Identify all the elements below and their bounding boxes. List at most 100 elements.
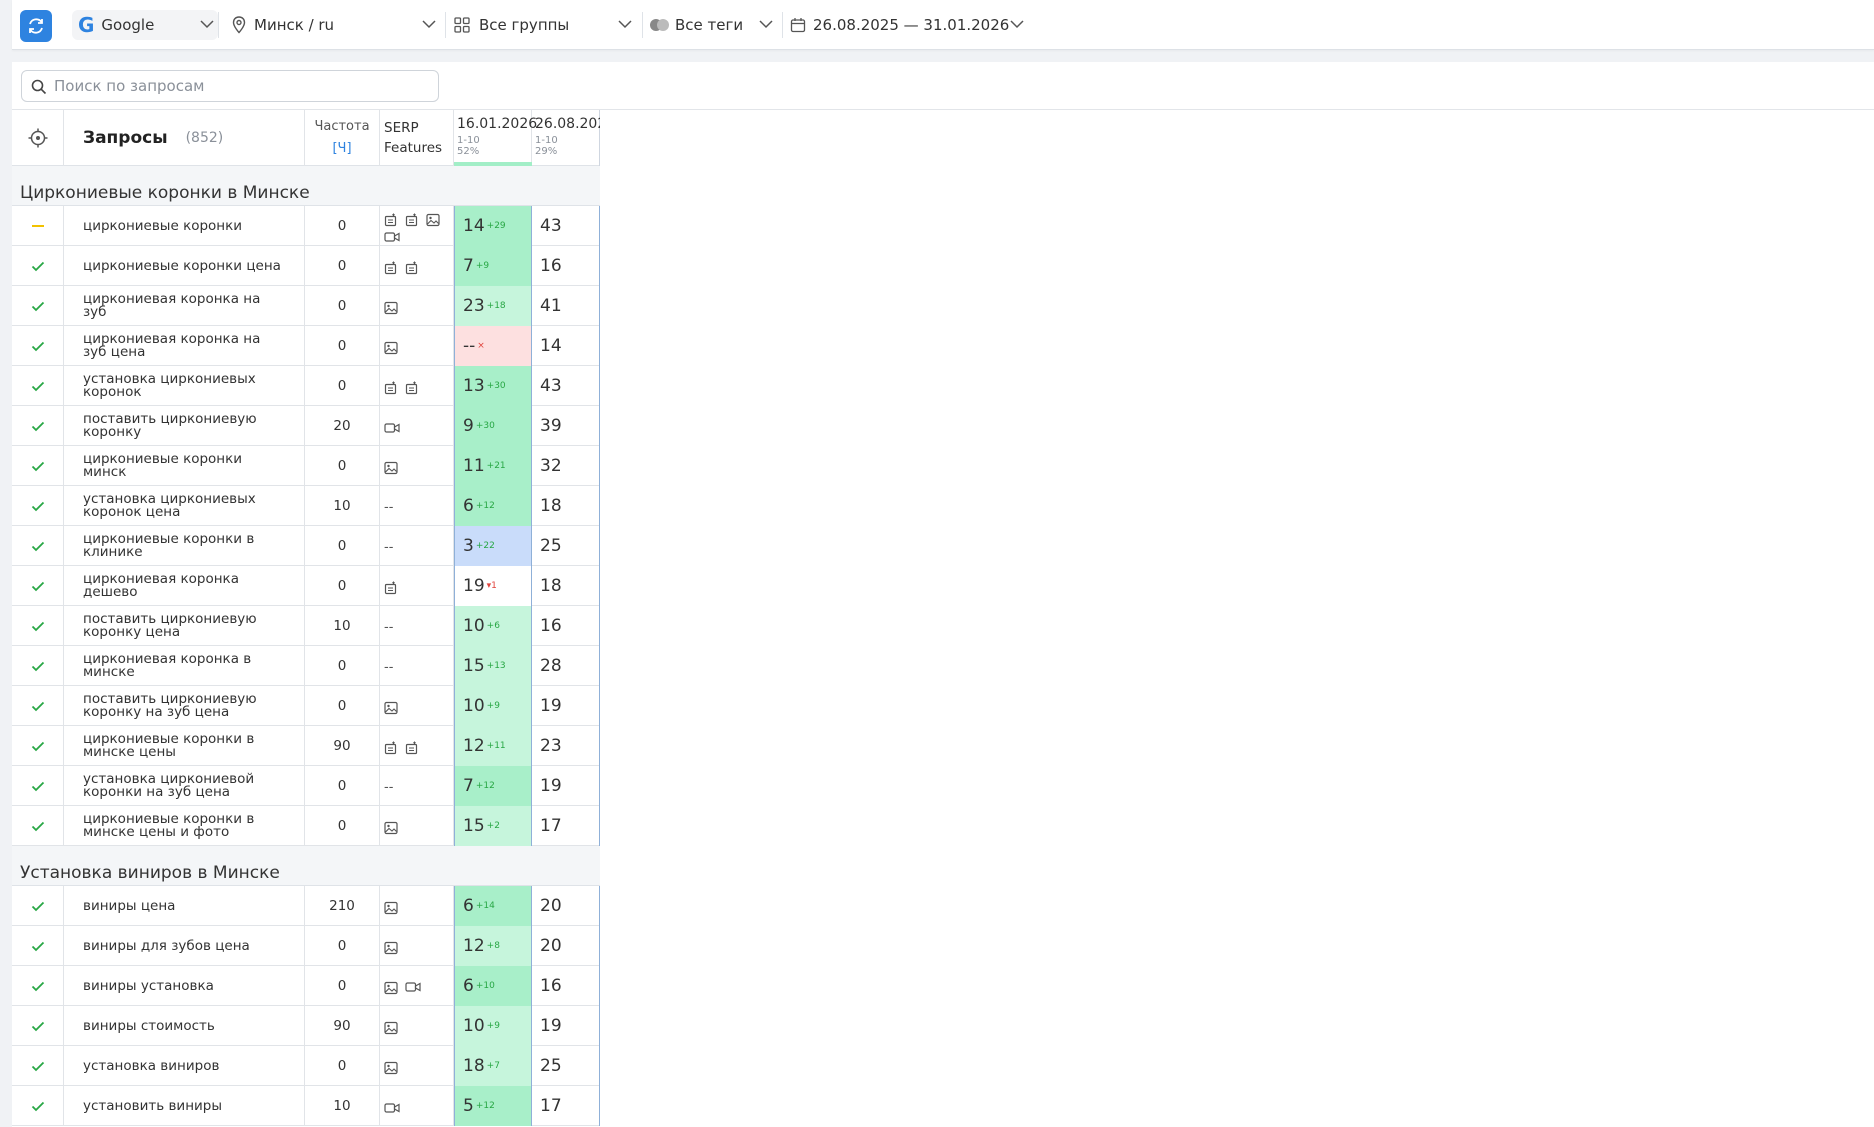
table-row[interactable]: поставить циркониевую коронку на зуб цена…: [12, 686, 600, 726]
table-row[interactable]: виниры установка 0 6 +10 16: [12, 966, 600, 1006]
position-previous[interactable]: 43: [532, 366, 600, 406]
keyword-cell[interactable]: циркониевые коронки в клинике: [64, 526, 305, 566]
search-input[interactable]: [54, 77, 424, 95]
position-current-cell[interactable]: 7 +12: [454, 766, 532, 806]
position-previous[interactable]: 20: [532, 886, 600, 926]
position-previous[interactable]: 20: [532, 926, 600, 966]
date1-column-header[interactable]: 16.01.2026 1-10 52%: [454, 110, 537, 166]
position-current-cell[interactable]: 10 +9: [454, 1006, 532, 1046]
table-row[interactable]: циркониевые коронки в клинике 0 -- 3 +22 25: [12, 526, 600, 566]
table-row[interactable]: виниры для зубов цена 0 12 +8 20: [12, 926, 600, 966]
keyword-cell[interactable]: установка циркониевых коронок: [64, 366, 305, 406]
position-current-cell[interactable]: 6 +12: [454, 486, 532, 526]
keyword-cell[interactable]: установка виниров: [64, 1046, 305, 1086]
position-current-cell[interactable]: 18 +7: [454, 1046, 532, 1086]
keyword-cell[interactable]: циркониевые коронки: [64, 206, 305, 246]
refresh-button[interactable]: [20, 10, 52, 42]
position-current-cell[interactable]: 10 +9: [454, 686, 532, 726]
search-engine-select[interactable]: G Google: [72, 10, 218, 40]
groups-select[interactable]: Все группы: [454, 10, 636, 40]
keyword-cell[interactable]: циркониевые коронки в минске цены: [64, 726, 305, 766]
position-previous[interactable]: 25: [532, 1046, 600, 1086]
position-current-cell[interactable]: 23 +18: [454, 286, 532, 326]
keyword-cell[interactable]: виниры стоимость: [64, 1006, 305, 1046]
table-row[interactable]: установка циркониевых коронок цена 10 -- 6 +1…: [12, 486, 600, 526]
position-previous[interactable]: 28: [532, 646, 600, 686]
keyword-cell[interactable]: циркониевые коронки цена: [64, 246, 305, 286]
position-current-cell[interactable]: 11 +21: [454, 446, 532, 486]
frequency-column-header[interactable]: Частота [Ч]: [305, 110, 380, 166]
table-row[interactable]: циркониевая коронка дешево 0 19 ▾1 18: [12, 566, 600, 606]
position-previous[interactable]: 17: [532, 806, 600, 846]
keyword-cell[interactable]: установка циркониевой коронки на зуб цена: [64, 766, 305, 806]
location-select[interactable]: Минск / ru: [232, 10, 440, 40]
table-row[interactable]: циркониевые коронки цена 0 7 +9 16: [12, 246, 600, 286]
table-row[interactable]: поставить циркониевую коронку 20 9 +30 39: [12, 406, 600, 446]
date2-column-header[interactable]: 26.08.2025 1-10 29%: [532, 110, 600, 166]
tags-select[interactable]: Все теги: [649, 10, 777, 40]
table-row[interactable]: установить виниры 10 5 +12 17: [12, 1086, 600, 1126]
position-previous[interactable]: 43: [532, 206, 600, 246]
table-row[interactable]: циркониевая коронка на зуб 0 23 +18 41: [12, 286, 600, 326]
position-previous[interactable]: 18: [532, 566, 600, 606]
table-row[interactable]: виниры цена 210 6 +14 20: [12, 886, 600, 926]
table-row[interactable]: циркониевая коронка в минске 0 -- 15 +13 28: [12, 646, 600, 686]
position-current-cell[interactable]: 10 +6: [454, 606, 532, 646]
position-previous[interactable]: 19: [532, 1006, 600, 1046]
table-row[interactable]: виниры стоимость 90 10 +9 19: [12, 1006, 600, 1046]
keyword-cell[interactable]: поставить циркониевую коронку на зуб цена: [64, 686, 305, 726]
position-current-cell[interactable]: 12 +11: [454, 726, 532, 766]
group-title[interactable]: Установка виниров в Минске: [12, 846, 600, 886]
keyword-cell[interactable]: циркониевая коронка на зуб цена: [64, 326, 305, 366]
position-previous[interactable]: 18: [532, 486, 600, 526]
table-row[interactable]: установка циркониевой коронки на зуб цена…: [12, 766, 600, 806]
target-cell[interactable]: [12, 110, 64, 166]
keyword-cell[interactable]: циркониевая коронка дешево: [64, 566, 305, 606]
position-current-cell[interactable]: 5 +12: [454, 1086, 532, 1126]
frequency-type-toggle[interactable]: [Ч]: [305, 138, 379, 160]
keyword-cell[interactable]: установить виниры: [64, 1086, 305, 1126]
table-row[interactable]: циркониевые коронки 0 14 +29 43: [12, 206, 600, 246]
position-previous[interactable]: 41: [532, 286, 600, 326]
keyword-cell[interactable]: циркониевые коронки минск: [64, 446, 305, 486]
position-previous[interactable]: 19: [532, 766, 600, 806]
queries-column-header[interactable]: Запросы (852): [64, 110, 305, 166]
keyword-cell[interactable]: циркониевая коронка на зуб: [64, 286, 305, 326]
table-row[interactable]: циркониевые коронки в минске цены и фото 0…: [12, 806, 600, 846]
position-current-cell[interactable]: 13 +30: [454, 366, 532, 406]
position-previous[interactable]: 23: [532, 726, 600, 766]
position-current-cell[interactable]: 15 +13: [454, 646, 532, 686]
position-current-cell[interactable]: 9 +30: [454, 406, 532, 446]
keyword-cell[interactable]: виниры цена: [64, 886, 305, 926]
position-previous[interactable]: 39: [532, 406, 600, 446]
position-current-cell[interactable]: 6 +10: [454, 966, 532, 1006]
position-previous[interactable]: 25: [532, 526, 600, 566]
group-title[interactable]: Циркониевые коронки в Минске: [12, 166, 600, 206]
table-row[interactable]: установка циркониевых коронок 0 13 +30 43: [12, 366, 600, 406]
keyword-cell[interactable]: виниры для зубов цена: [64, 926, 305, 966]
position-previous[interactable]: 19: [532, 686, 600, 726]
position-previous[interactable]: 32: [532, 446, 600, 486]
keyword-cell[interactable]: установка циркониевых коронок цена: [64, 486, 305, 526]
position-current-cell[interactable]: 15 +2: [454, 806, 532, 846]
position-previous[interactable]: 16: [532, 606, 600, 646]
keyword-cell[interactable]: поставить циркониевую коронку цена: [64, 606, 305, 646]
keyword-cell[interactable]: поставить циркониевую коронку: [64, 406, 305, 446]
keyword-cell[interactable]: виниры установка: [64, 966, 305, 1006]
table-row[interactable]: поставить циркониевую коронку цена 10 -- 10 +…: [12, 606, 600, 646]
table-row[interactable]: установка виниров 0 18 +7 25: [12, 1046, 600, 1086]
table-row[interactable]: циркониевые коронки минск 0 11 +21 32: [12, 446, 600, 486]
position-current-cell[interactable]: 14 +29: [454, 206, 532, 246]
keyword-cell[interactable]: циркониевая коронка в минске: [64, 646, 305, 686]
position-current-cell[interactable]: -- ×: [454, 326, 532, 366]
position-previous[interactable]: 17: [532, 1086, 600, 1126]
position-current-cell[interactable]: 6 +14: [454, 886, 532, 926]
date-range-select[interactable]: 26.08.2025 — 31.01.2026: [790, 10, 1028, 40]
keyword-cell[interactable]: циркониевые коронки в минске цены и фото: [64, 806, 305, 846]
position-current-cell[interactable]: 7 +9: [454, 246, 532, 286]
position-current-cell[interactable]: 12 +8: [454, 926, 532, 966]
table-row[interactable]: циркониевые коронки в минске цены 90 12 +11 2…: [12, 726, 600, 766]
position-previous[interactable]: 16: [532, 246, 600, 286]
table-row[interactable]: циркониевая коронка на зуб цена 0 -- × 14: [12, 326, 600, 366]
position-current-cell[interactable]: 19 ▾1: [454, 566, 532, 606]
